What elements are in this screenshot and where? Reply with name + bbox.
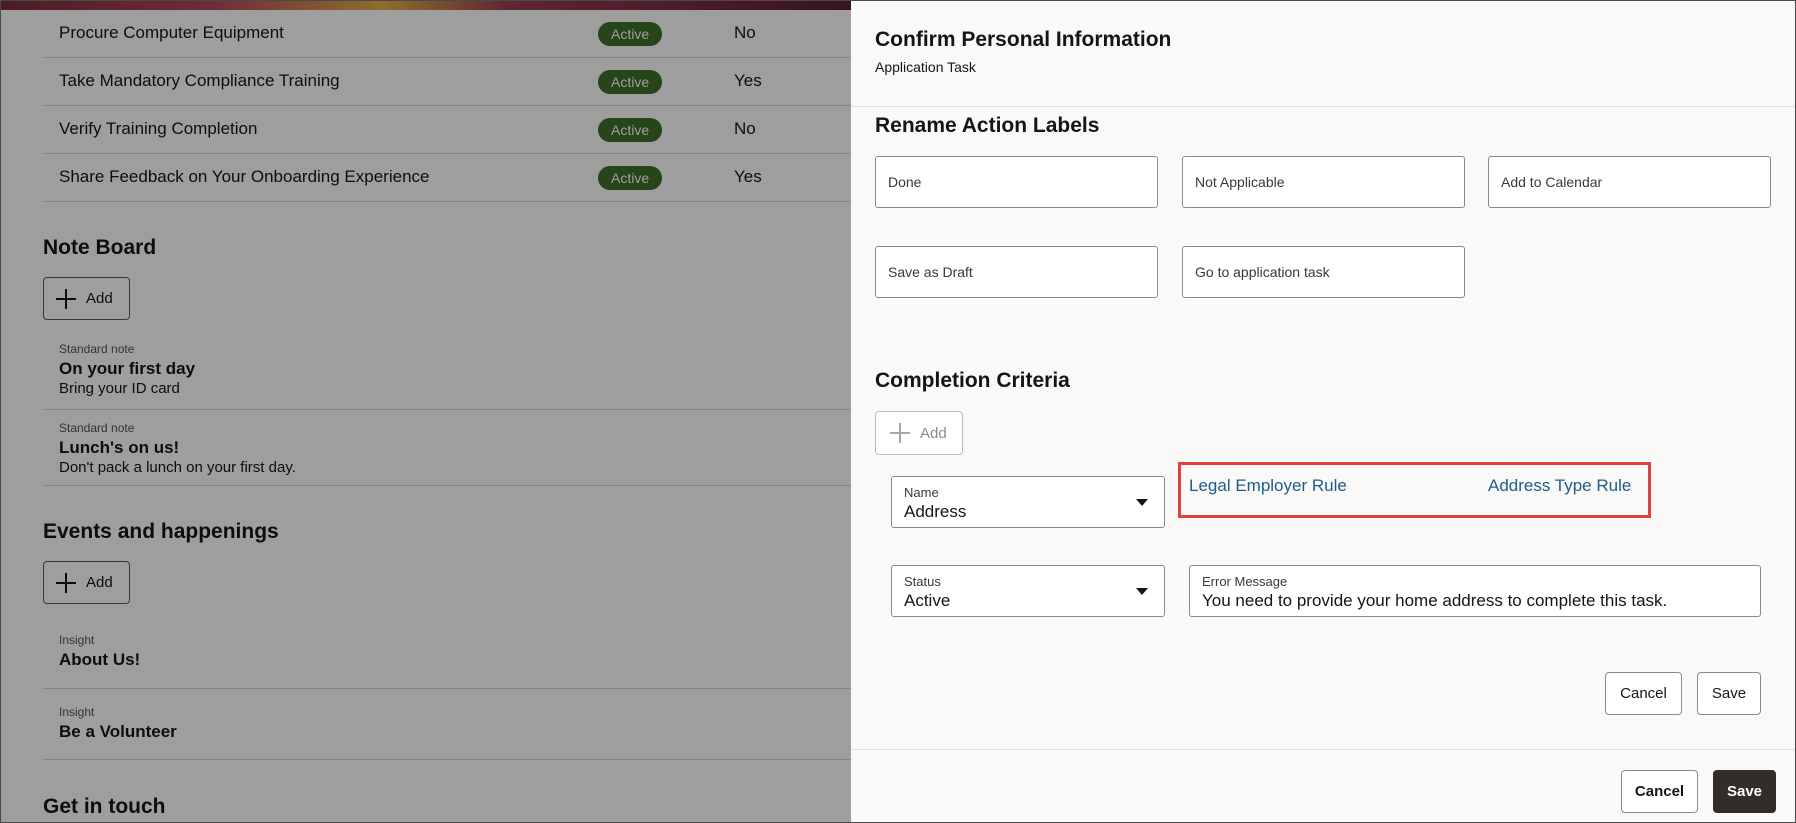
rename-action-labels-heading: Rename Action Labels xyxy=(875,114,1100,137)
save-button[interactable]: Save xyxy=(1713,770,1776,813)
drawer-title: Confirm Personal Information xyxy=(875,28,1172,51)
modal-overlay[interactable] xyxy=(0,0,851,823)
name-field-label: Name xyxy=(904,485,939,500)
address-type-rule-link[interactable]: Address Type Rule xyxy=(1488,476,1631,496)
completion-criteria-heading: Completion Criteria xyxy=(875,369,1070,392)
go-to-application-task-label-input[interactable] xyxy=(1182,246,1465,298)
criteria-cancel-button[interactable]: Cancel xyxy=(1605,672,1682,715)
background-page: Procure Computer Equipment Active No Tak… xyxy=(0,0,851,823)
divider xyxy=(851,749,1796,750)
add-label: Add xyxy=(920,424,947,442)
status-field-label: Status xyxy=(904,574,941,589)
task-drawer: Confirm Personal Information Application… xyxy=(851,0,1796,823)
error-message-value: You need to provide your home address to… xyxy=(1202,591,1668,610)
chevron-down-icon xyxy=(1136,499,1148,506)
name-select[interactable]: Name Address xyxy=(891,476,1165,528)
plus-icon xyxy=(890,423,910,443)
not-applicable-label-input[interactable] xyxy=(1182,156,1465,208)
chevron-down-icon xyxy=(1136,588,1148,595)
error-message-label: Error Message xyxy=(1202,574,1288,589)
status-select[interactable]: Status Active xyxy=(891,565,1165,617)
criteria-save-button[interactable]: Save xyxy=(1697,672,1761,715)
save-as-draft-label-input[interactable] xyxy=(875,246,1158,298)
divider xyxy=(851,106,1796,107)
status-field-value: Active xyxy=(904,591,951,610)
done-label-input[interactable] xyxy=(875,156,1158,208)
add-to-calendar-label-input[interactable] xyxy=(1488,156,1771,208)
error-message-field[interactable]: Error Message You need to provide your h… xyxy=(1189,565,1761,617)
legal-employer-rule-link[interactable]: Legal Employer Rule xyxy=(1189,476,1347,496)
name-field-value: Address xyxy=(904,502,967,521)
drawer-subtitle: Application Task xyxy=(875,59,976,75)
cancel-button[interactable]: Cancel xyxy=(1621,770,1698,813)
completion-add-button[interactable]: Add xyxy=(875,411,963,455)
